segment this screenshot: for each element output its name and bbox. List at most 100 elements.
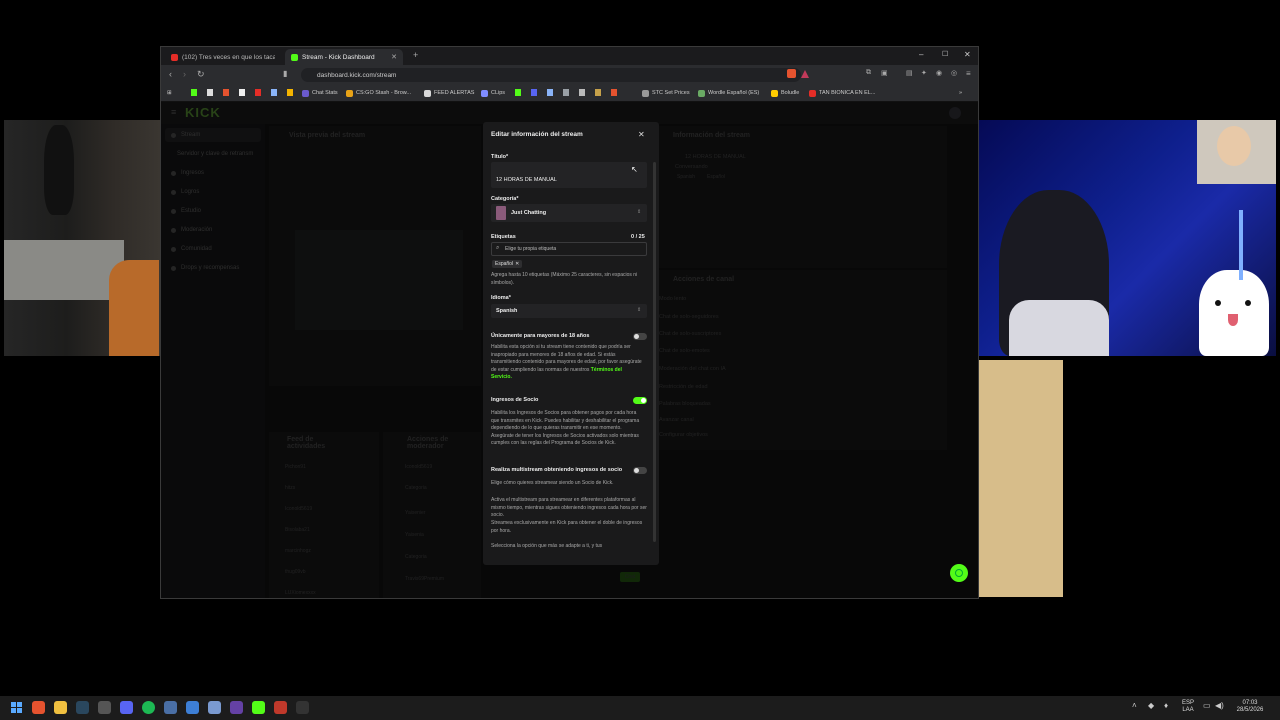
language-value: Spanish xyxy=(496,308,518,314)
new-tab-button[interactable]: + xyxy=(413,50,418,60)
minimize-button[interactable]: – xyxy=(919,50,923,59)
discord-icon[interactable] xyxy=(120,701,133,714)
apps-icon[interactable]: ⊞ xyxy=(167,87,172,99)
brave-browser-icon[interactable] xyxy=(32,701,45,714)
file-explorer-icon[interactable] xyxy=(54,701,67,714)
close-window-button[interactable]: ✕ xyxy=(964,50,971,59)
bookmark-clips[interactable]: CLips xyxy=(481,87,505,99)
bookmark-icon-9[interactable] xyxy=(531,89,537,96)
app-icon[interactable] xyxy=(208,701,221,714)
app-icon[interactable] xyxy=(230,701,243,714)
vpn-icon[interactable]: ◉ xyxy=(936,69,942,77)
title-label: Título* xyxy=(491,154,509,160)
title-value: 12 HORAS DE MANUAL xyxy=(496,177,557,183)
language-select[interactable]: Spanish ⇕ xyxy=(491,304,647,318)
bookmark-chat-stats[interactable]: Chat Stats xyxy=(302,87,338,99)
volume-icon[interactable]: ◀) xyxy=(1215,701,1224,710)
menu-icon[interactable]: ≡ xyxy=(966,69,971,78)
bookmark-stc-set-prices[interactable]: STC Set Prices xyxy=(642,87,690,99)
bookmark-icon-7[interactable] xyxy=(287,89,293,96)
close-icon[interactable]: ✕ xyxy=(638,130,645,139)
category-label: Categoría* xyxy=(491,196,519,202)
profile-icon[interactable]: ◎ xyxy=(951,69,957,77)
url-field[interactable]: dashboard.kick.com/stream xyxy=(301,68,801,82)
adult-toggle[interactable] xyxy=(633,333,647,340)
modal-scrollbar[interactable] xyxy=(653,162,656,542)
multistream-sub: Elige cómo quieres streamear siendo un S… xyxy=(491,480,614,486)
reload-icon[interactable]: ↻ xyxy=(197,69,205,80)
title-field[interactable]: 12 HORAS DE MANUAL xyxy=(491,162,647,188)
app-icon[interactable] xyxy=(98,701,111,714)
tag-chip: Español ✕ xyxy=(492,260,523,268)
remove-tag-icon[interactable]: ✕ xyxy=(515,260,519,268)
bookmark-icon-4[interactable] xyxy=(239,89,245,96)
bookmark-icon-2[interactable] xyxy=(207,89,213,96)
partner-help: Habilita los Ingresos de Socios para obt… xyxy=(491,410,640,447)
person-shoulder xyxy=(109,260,159,356)
maximize-button[interactable]: ☐ xyxy=(942,50,948,58)
tray-icon[interactable]: ◆ xyxy=(1148,701,1154,710)
bookmark-icon-3[interactable] xyxy=(223,89,229,96)
bookmark-icon-14[interactable] xyxy=(611,89,617,96)
obs-icon[interactable] xyxy=(274,701,287,714)
toggle-knob xyxy=(641,398,646,403)
webcam-left xyxy=(4,120,160,356)
clock[interactable]: 07:03 28/5/2026 xyxy=(1234,700,1266,714)
dog-eye-left xyxy=(1215,300,1221,306)
bookmark-icon[interactable]: ▮ xyxy=(283,69,287,78)
tray-chevron-icon[interactable]: ˄ xyxy=(1132,701,1137,710)
wallet-icon[interactable]: ▤ xyxy=(906,69,913,77)
brave-shield-icon[interactable] xyxy=(787,69,796,78)
bookmark-boludle[interactable]: Boludle xyxy=(771,87,799,99)
bookmark-tan-bionica[interactable]: TAN BIONICA EN EL... xyxy=(809,87,875,99)
bookmark-feed-alertas[interactable]: FEED ALERTAS xyxy=(424,87,474,99)
forward-icon[interactable]: › xyxy=(183,69,186,79)
tab-youtube[interactable]: (102) Tres veces en que los tacaños s xyxy=(165,49,281,65)
spotify-icon[interactable] xyxy=(142,701,155,714)
help-button[interactable] xyxy=(950,564,968,582)
multistream-help-3: Selecciona la opción que más se adapte a… xyxy=(491,543,603,549)
kick-bookmark-icon[interactable] xyxy=(191,89,197,96)
bookmark-wordle[interactable]: Wordle Español (ES) xyxy=(698,87,759,99)
bookmark-icon-11[interactable] xyxy=(563,89,569,96)
bookmark-icon-8[interactable] xyxy=(515,89,521,96)
partner-label: Ingresos de Socio xyxy=(491,397,539,403)
leo-icon[interactable]: ✦ xyxy=(921,69,927,77)
tags-placeholder: Elige tu propia etiqueta xyxy=(505,246,557,252)
bookmark-icon-6[interactable] xyxy=(271,89,277,96)
multistream-help-1: Activa el multistream para streamear en … xyxy=(491,497,647,519)
kick-app-icon[interactable] xyxy=(252,701,265,714)
bookmark-icon-12[interactable] xyxy=(579,89,585,96)
toggle-knob xyxy=(634,468,639,473)
bookmark-label: STC Set Prices xyxy=(652,90,690,96)
tags-input[interactable]: ⌕ Elige tu propia etiqueta xyxy=(491,242,647,256)
bookmark-csgo-stash[interactable]: CS:GO Stash - Brow... xyxy=(346,87,411,99)
windows-start-icon[interactable] xyxy=(11,702,22,713)
taskbar: ˄ ◆ ♦ ESP LAA ▭ ◀) 07:03 28/5/2026 xyxy=(0,696,1280,720)
bookmark-icon-5[interactable] xyxy=(255,89,261,96)
app-icon[interactable] xyxy=(164,701,177,714)
sidebar-icon[interactable]: ▣ xyxy=(881,69,888,77)
partner-toggle[interactable] xyxy=(633,397,647,404)
wordle-icon xyxy=(698,89,705,97)
more-bookmarks-icon[interactable]: » xyxy=(959,87,962,99)
tab-kick-dashboard[interactable]: Stream - Kick Dashboard ✕ xyxy=(285,49,403,65)
steam-icon[interactable] xyxy=(76,701,89,714)
app-icon[interactable] xyxy=(296,701,309,714)
extensions-icon[interactable]: ⧉ xyxy=(866,69,871,77)
close-tab-icon[interactable]: ✕ xyxy=(391,53,397,61)
category-select[interactable]: Just Chatting ⇕ xyxy=(491,204,647,222)
bookmark-icon-13[interactable] xyxy=(595,89,601,96)
network-icon[interactable]: ▭ xyxy=(1203,701,1211,710)
tab-title: (102) Tres veces en que los tacaños s xyxy=(182,53,275,61)
back-icon[interactable]: ‹ xyxy=(169,69,172,79)
category-value: Just Chatting xyxy=(511,210,547,216)
mic-icon[interactable]: ♦ xyxy=(1164,701,1168,710)
app-icon[interactable] xyxy=(186,701,199,714)
brave-rewards-icon[interactable] xyxy=(801,70,809,78)
tab-title: Stream - Kick Dashboard xyxy=(302,53,375,61)
chevron-updown-icon: ⇕ xyxy=(637,307,642,313)
multistream-toggle[interactable] xyxy=(633,467,647,474)
language-indicator[interactable]: ESP LAA xyxy=(1178,700,1198,714)
bookmark-icon-10[interactable] xyxy=(547,89,553,96)
